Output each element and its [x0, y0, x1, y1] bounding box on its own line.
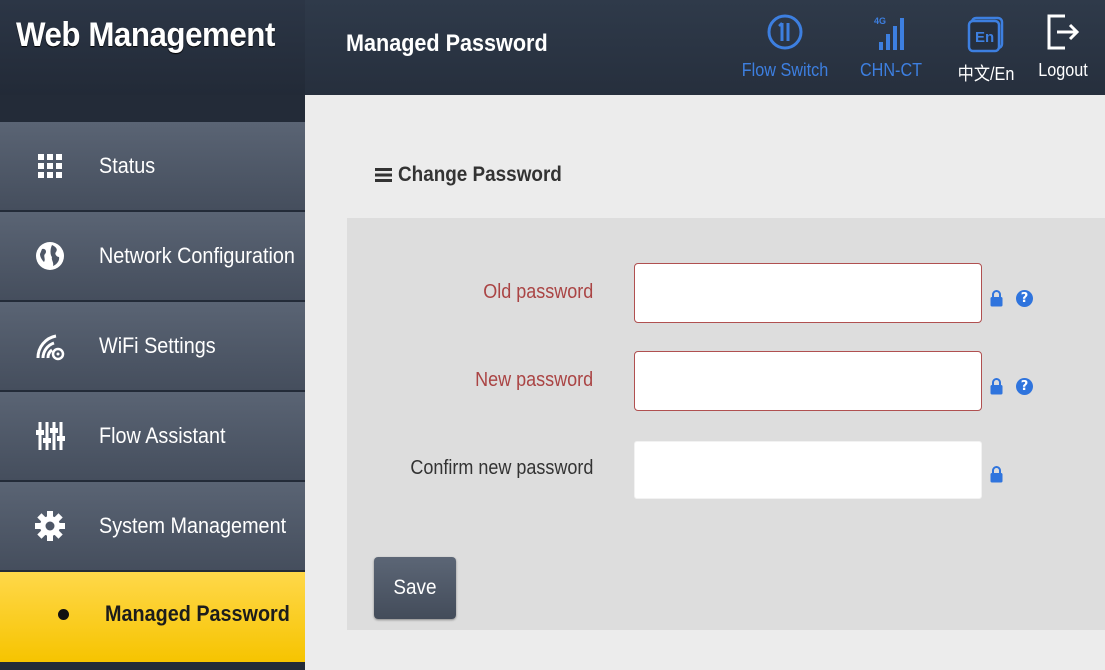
- save-button-label: Save: [393, 576, 437, 599]
- grid-icon: [38, 154, 62, 178]
- language-icon: En: [967, 16, 1004, 53]
- page-title: Managed Password: [346, 30, 548, 57]
- bullet-icon: [58, 609, 69, 620]
- sidebar-item-status[interactable]: Status: [0, 122, 305, 210]
- sidebar-item-label: WiFi Settings: [99, 333, 216, 358]
- wifi-gear-icon: [36, 334, 65, 361]
- logout-label: Logout: [1038, 60, 1088, 80]
- sidebar-item-label: Status: [99, 153, 156, 178]
- flow-switch-icon: [767, 14, 803, 50]
- sliders-icon: [36, 422, 65, 450]
- confirm-password-label: Confirm new password: [409, 457, 593, 479]
- section-title: Change Password: [398, 163, 562, 186]
- sidebar-item-label: Network Configuration: [99, 243, 295, 268]
- help-icon[interactable]: ?: [1016, 378, 1033, 395]
- brand-title: Web Management: [16, 16, 275, 54]
- list-icon: [375, 168, 392, 182]
- language-icon-text: En: [975, 29, 994, 46]
- flow-switch-button[interactable]: Flow Switch: [736, 10, 834, 90]
- gear-icon: [35, 511, 65, 541]
- sidebar-item-wifi-settings[interactable]: WiFi Settings: [0, 302, 305, 390]
- new-password-input[interactable]: [634, 351, 982, 411]
- lock-icon: [990, 378, 1003, 395]
- logout-button[interactable]: Logout: [1028, 10, 1098, 90]
- network-type-text: 4G: [874, 16, 886, 26]
- language-label: 中文/En: [957, 64, 1015, 84]
- sidebar-subitem-managed-password[interactable]: Managed Password: [0, 572, 305, 662]
- language-button[interactable]: En 中文/En: [950, 10, 1022, 90]
- sidebar-item-label: System Management: [99, 513, 287, 538]
- brand-area: Web Management: [0, 0, 305, 95]
- top-bar: Web Management Managed Password Flow Swi…: [0, 0, 1105, 95]
- sidebar-item-flow-assistant[interactable]: Flow Assistant: [0, 392, 305, 480]
- signal-4g-icon: 4G: [874, 16, 904, 50]
- network-label: CHN-CT: [859, 60, 923, 80]
- flow-switch-label: Flow Switch: [741, 60, 829, 80]
- old-password-label: Old password: [482, 281, 593, 303]
- save-button[interactable]: Save: [374, 557, 456, 619]
- new-password-label: New password: [474, 369, 593, 391]
- sidebar-item-label: Flow Assistant: [99, 423, 226, 448]
- sidebar-subitem-label: Managed Password: [105, 601, 290, 626]
- lock-icon: [990, 290, 1003, 307]
- section-header: Change Password: [375, 163, 580, 187]
- logout-icon: [1047, 14, 1080, 50]
- sidebar: Status Network Configuration WiFi Settin…: [0, 95, 305, 670]
- old-password-input[interactable]: [634, 263, 982, 323]
- confirm-password-input[interactable]: [634, 441, 982, 499]
- lock-icon: [990, 466, 1003, 483]
- sidebar-item-system-management[interactable]: System Management: [0, 482, 305, 570]
- globe-icon: [36, 242, 64, 270]
- help-icon[interactable]: ?: [1016, 290, 1033, 307]
- sidebar-item-network-configuration[interactable]: Network Configuration: [0, 212, 305, 300]
- network-status-button[interactable]: 4G CHN-CT: [852, 10, 930, 90]
